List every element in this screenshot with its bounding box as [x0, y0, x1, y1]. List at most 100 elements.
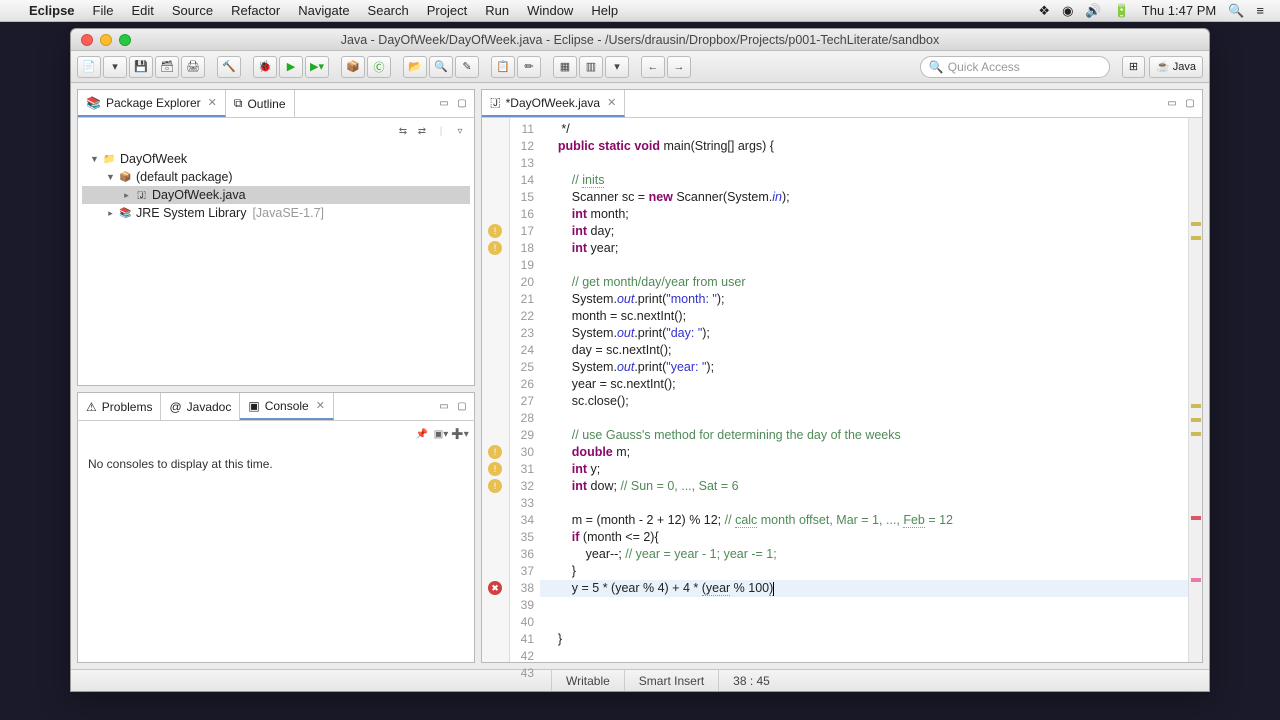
default-package-label: (default package): [136, 170, 233, 184]
forward-button[interactable]: →: [667, 56, 691, 78]
menu-file[interactable]: File: [84, 3, 123, 18]
save-button[interactable]: 💾: [129, 56, 153, 78]
prev-annotation-button[interactable]: ▥: [579, 56, 603, 78]
status-insert-mode: Smart Insert: [624, 670, 718, 691]
line-number-gutter[interactable]: 11121314151617!18!1920212223242526272829…: [510, 118, 540, 662]
outline-tab[interactable]: ⧉ Outline: [226, 90, 295, 117]
minimize-pane-button[interactable]: ▭: [1164, 96, 1180, 112]
java-perspective-button[interactable]: ☕Java: [1149, 56, 1203, 78]
editor-tab[interactable]: 🇯 *DayOfWeek.java ✕: [482, 90, 625, 117]
package-explorer-tab[interactable]: 📚 Package Explorer ✕: [78, 90, 226, 117]
eclipse-window: Java - DayOfWeek/DayOfWeek.java - Eclips…: [70, 28, 1210, 692]
menu-source[interactable]: Source: [163, 3, 222, 18]
quick-access-placeholder: Quick Access: [948, 60, 1020, 74]
open-type-button[interactable]: 📂: [403, 56, 427, 78]
search-button[interactable]: 🔍: [429, 56, 453, 78]
print-button[interactable]: 🖨: [181, 56, 205, 78]
window-zoom-button[interactable]: [119, 34, 131, 46]
window-close-button[interactable]: [81, 34, 93, 46]
problems-icon: ⚠: [86, 400, 97, 414]
new-console-button[interactable]: ➕▾: [452, 426, 468, 442]
outline-tab-label: Outline: [247, 97, 285, 111]
minimize-pane-button[interactable]: ▭: [436, 399, 452, 415]
debug-button[interactable]: 🐞: [253, 56, 277, 78]
new-dropdown[interactable]: ▾: [103, 56, 127, 78]
editor-pane: 🇯 *DayOfWeek.java ✕ ▭ ▢ 11121314151617!1…: [481, 89, 1203, 663]
clock[interactable]: Thu 1:47 PM: [1136, 3, 1222, 18]
battery-icon[interactable]: 🔋: [1108, 3, 1136, 19]
wifi-icon[interactable]: ◉: [1056, 3, 1079, 19]
package-explorer-tab-label: Package Explorer: [106, 96, 201, 110]
project-label: DayOfWeek: [120, 152, 187, 166]
back-button[interactable]: ←: [641, 56, 665, 78]
console-message: No consoles to display at this time.: [78, 447, 474, 481]
open-perspective-button[interactable]: ⊞: [1122, 56, 1145, 78]
new-button[interactable]: 📄: [77, 56, 101, 78]
code-editor[interactable]: 11121314151617!18!1920212223242526272829…: [482, 118, 1202, 662]
jre-label: JRE System Library: [136, 206, 246, 220]
close-icon[interactable]: ✕: [208, 96, 217, 109]
java-file-node[interactable]: ▸🇯 DayOfWeek.java: [82, 186, 470, 204]
jre-version-label: [JavaSE-1.7]: [252, 206, 324, 220]
run-button[interactable]: ▶: [279, 56, 303, 78]
code-area[interactable]: */ public static void main(String[] args…: [540, 118, 1188, 662]
toggle-breadcrumb-button[interactable]: 📋: [491, 56, 515, 78]
problems-tab-label: Problems: [102, 400, 153, 414]
menu-help[interactable]: Help: [582, 3, 627, 18]
default-package-node[interactable]: ▼📦 (default package): [82, 168, 470, 186]
window-minimize-button[interactable]: [100, 34, 112, 46]
next-annotation-button[interactable]: ▦: [553, 56, 577, 78]
menu-edit[interactable]: Edit: [122, 3, 162, 18]
javadoc-tab-label: Javadoc: [187, 400, 232, 414]
new-package-button[interactable]: 📦: [341, 56, 365, 78]
close-icon[interactable]: ✕: [607, 96, 616, 109]
console-tab-label: Console: [265, 399, 309, 413]
mark-occurrences-button[interactable]: ✏: [517, 56, 541, 78]
maximize-pane-button[interactable]: ▢: [1182, 96, 1198, 112]
package-tree[interactable]: ▼📁 DayOfWeek ▼📦 (default package) ▸🇯 Day…: [78, 144, 474, 385]
volume-icon[interactable]: 🔊: [1079, 3, 1107, 19]
maximize-pane-button[interactable]: ▢: [454, 96, 470, 112]
view-menu-button[interactable]: ▿: [452, 123, 468, 139]
overview-ruler[interactable]: [1188, 118, 1202, 662]
collapse-all-button[interactable]: ⇆: [395, 123, 411, 139]
menu-search[interactable]: Search: [359, 3, 418, 18]
app-name[interactable]: Eclipse: [20, 3, 84, 18]
save-all-button[interactable]: 🗃: [155, 56, 179, 78]
search-icon: 🔍: [929, 60, 944, 74]
maximize-pane-button[interactable]: ▢: [454, 399, 470, 415]
minimize-pane-button[interactable]: ▭: [436, 96, 452, 112]
link-editor-button[interactable]: ⇄: [414, 123, 430, 139]
pin-console-button[interactable]: 📌: [414, 426, 430, 442]
close-icon[interactable]: ✕: [316, 399, 325, 412]
status-cursor-position: 38 : 45: [718, 670, 784, 691]
window-title: Java - DayOfWeek/DayOfWeek.java - Eclips…: [71, 33, 1209, 47]
task-button[interactable]: ✎: [455, 56, 479, 78]
status-bar: Writable Smart Insert 38 : 45: [71, 669, 1209, 691]
jre-library-node[interactable]: ▸📚 JRE System Library [JavaSE-1.7]: [82, 204, 470, 222]
nav-dropdown[interactable]: ▾: [605, 56, 629, 78]
menuextra-icon[interactable]: ❖: [1032, 3, 1056, 19]
menu-refactor[interactable]: Refactor: [222, 3, 289, 18]
quick-access-field[interactable]: 🔍 Quick Access: [920, 56, 1110, 78]
console-icon: ▣: [248, 399, 259, 413]
menu-window[interactable]: Window: [518, 3, 582, 18]
main-toolbar: 📄 ▾ 💾 🗃 🖨 🔨 🐞 ▶ ▶▾ 📦 Ⓒ 📂 🔍 ✎ 📋 ✏ ▦ ▥ ▾ ←…: [71, 51, 1209, 83]
menu-run[interactable]: Run: [476, 3, 518, 18]
menu-project[interactable]: Project: [418, 3, 476, 18]
display-console-button[interactable]: ▣▾: [433, 426, 449, 442]
package-explorer-icon: 📚: [86, 96, 101, 110]
project-node[interactable]: ▼📁 DayOfWeek: [82, 150, 470, 168]
spotlight-icon[interactable]: 🔍: [1222, 3, 1250, 19]
console-tab[interactable]: ▣ Console ✕: [240, 393, 334, 420]
javadoc-icon: @: [169, 400, 181, 414]
javadoc-tab[interactable]: @ Javadoc: [161, 393, 240, 420]
package-explorer-pane: 📚 Package Explorer ✕ ⧉ Outline ▭ ▢ ⇆: [77, 89, 475, 386]
mac-menubar: Eclipse FileEditSourceRefactorNavigateSe…: [0, 0, 1280, 22]
new-class-button[interactable]: Ⓒ: [367, 56, 391, 78]
problems-tab[interactable]: ⚠ Problems: [78, 393, 161, 420]
notification-center-icon[interactable]: ≡: [1250, 3, 1270, 18]
build-button[interactable]: 🔨: [217, 56, 241, 78]
run-last-button[interactable]: ▶▾: [305, 56, 329, 78]
menu-navigate[interactable]: Navigate: [289, 3, 358, 18]
